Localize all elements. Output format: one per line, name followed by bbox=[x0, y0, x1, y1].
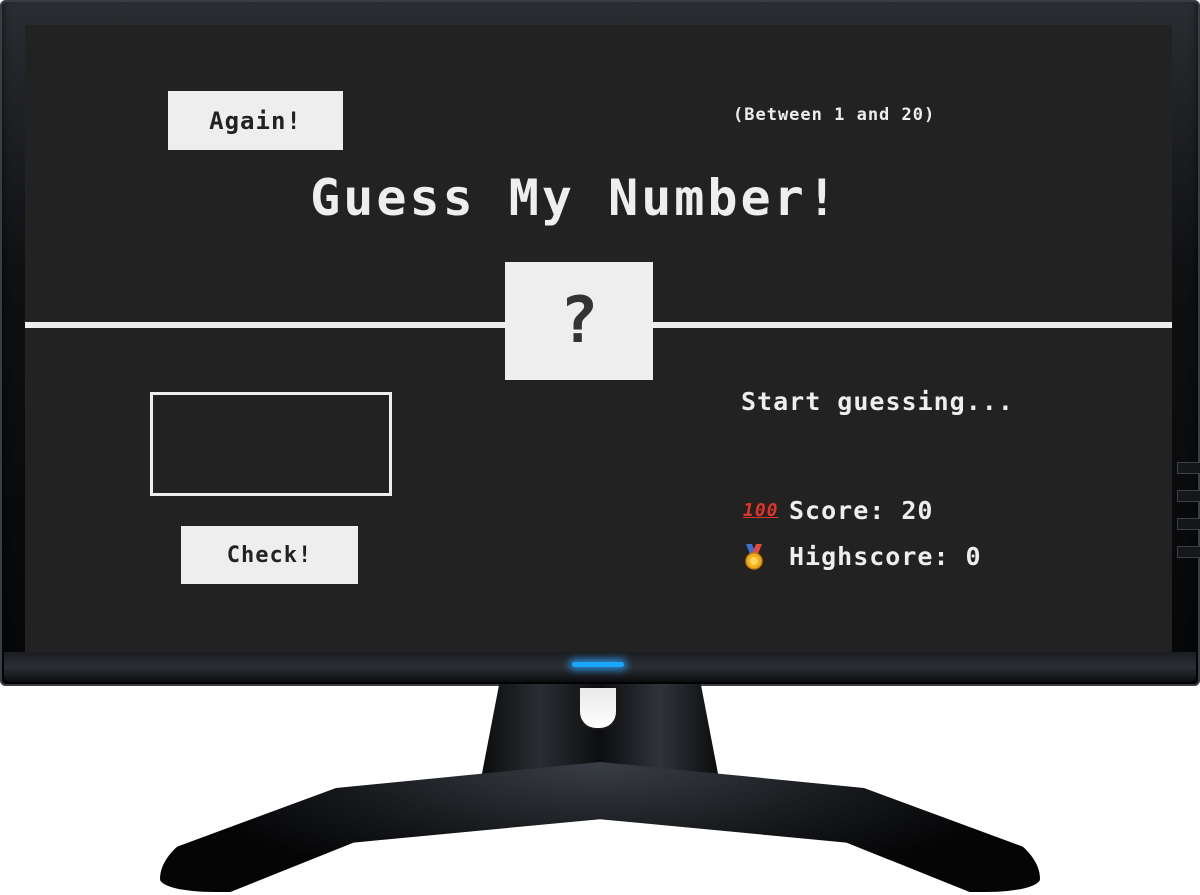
side-port bbox=[1177, 462, 1200, 474]
medal-icon bbox=[743, 543, 769, 570]
cable-hole bbox=[578, 688, 618, 730]
power-led-icon bbox=[572, 662, 624, 667]
game-screen: Again! (Between 1 and 20) Guess My Numbe… bbox=[25, 25, 1172, 652]
side-port bbox=[1177, 518, 1200, 530]
again-button[interactable]: Again! bbox=[168, 91, 343, 150]
monitor-stand-base bbox=[160, 762, 1040, 892]
score-row: 100 Score: 20 bbox=[743, 496, 933, 525]
monitor: Again! (Between 1 and 20) Guess My Numbe… bbox=[0, 0, 1200, 895]
highscore-value: 0 bbox=[965, 542, 982, 571]
side-port bbox=[1177, 490, 1200, 502]
guess-input[interactable] bbox=[150, 392, 392, 496]
range-hint: (Between 1 and 20) bbox=[733, 105, 936, 125]
status-message: Start guessing... bbox=[741, 387, 1014, 416]
side-port bbox=[1177, 546, 1200, 558]
hundred-points-icon: 100 bbox=[743, 500, 779, 521]
highscore-row: Highscore: 0 bbox=[743, 542, 982, 571]
secret-number-box: ? bbox=[505, 262, 653, 380]
score-value: 20 bbox=[901, 496, 934, 525]
page-title: Guess My Number! bbox=[310, 169, 840, 227]
score-label: Score: bbox=[789, 496, 886, 525]
highscore-label: Highscore: bbox=[789, 542, 950, 571]
check-button[interactable]: Check! bbox=[181, 526, 358, 584]
bezel-bottom bbox=[4, 652, 1196, 682]
